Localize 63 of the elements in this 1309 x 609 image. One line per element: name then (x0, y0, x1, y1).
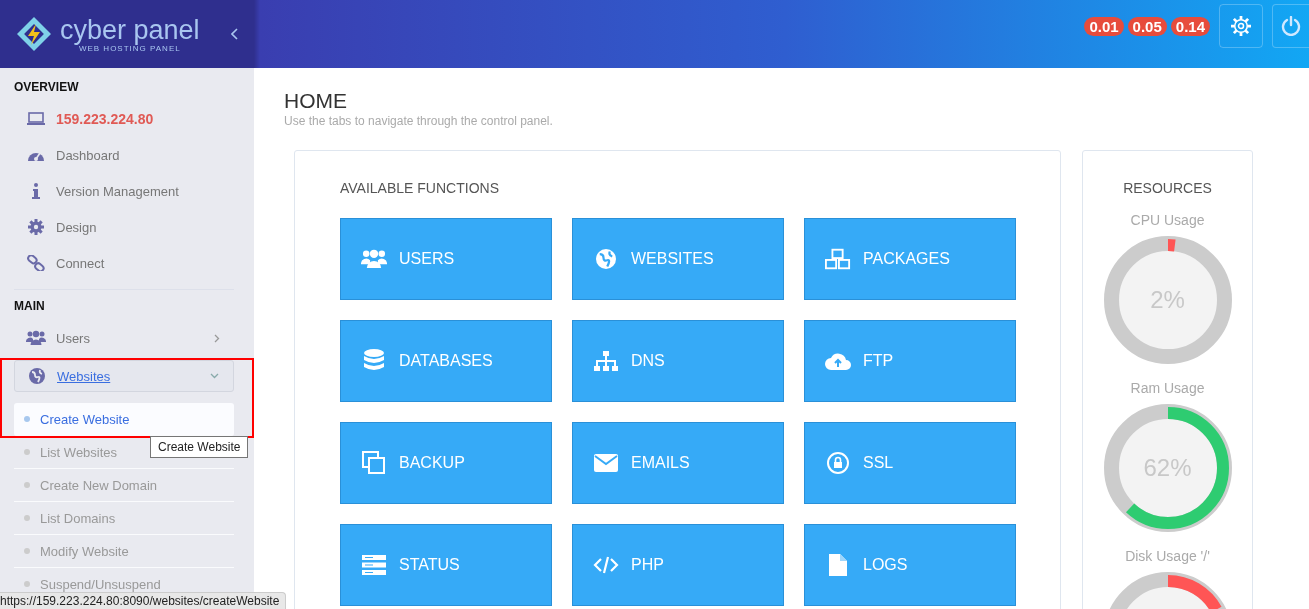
section-heading: OVERVIEW (14, 79, 80, 96)
function-tile[interactable]: SSL (804, 422, 1016, 504)
card-heading: AVAILABLE FUNCTIONS (340, 180, 500, 196)
envelope-icon (594, 454, 618, 472)
load-average-badge: 0.05 (1127, 16, 1167, 36)
cubes-icon (825, 248, 851, 270)
page-title: HOME (284, 90, 348, 112)
globe-icon (596, 249, 616, 269)
function-tile[interactable]: FTP (804, 320, 1016, 402)
sidebar-item[interactable]: Connect (56, 255, 105, 271)
sidebar-item[interactable]: Dashboard (56, 147, 120, 163)
load-average-badge: 0.01 (1084, 16, 1124, 36)
power-icon (1281, 16, 1301, 36)
sitemap-icon (594, 351, 618, 371)
function-tile[interactable]: STATUS (340, 524, 552, 606)
lock-icon (827, 452, 849, 474)
chevron-left-icon[interactable] (231, 28, 238, 40)
chevron-down-icon (210, 373, 219, 379)
function-tile[interactable]: WEBSITES (572, 218, 784, 300)
laptop-icon (27, 112, 45, 126)
users-icon (26, 330, 46, 346)
info-icon (32, 183, 40, 199)
function-tile[interactable]: DATABASES (340, 320, 552, 402)
sidebar-item[interactable]: Version Management (56, 183, 179, 199)
gauge-label: CPU Usage (1130, 212, 1205, 228)
tooltip: Create Website (150, 436, 249, 458)
sidebar-item[interactable]: Users (56, 330, 90, 346)
brand-name: cyber panel (60, 15, 200, 44)
settings-icon (1231, 16, 1251, 36)
gauge-label: Ram Usage (1130, 380, 1205, 396)
users-icon (361, 248, 387, 270)
cloud-upload-icon (825, 352, 851, 370)
gauge-label: Disk Usage '/' (1125, 548, 1210, 564)
server-icon (362, 555, 386, 575)
code-icon (593, 556, 619, 574)
server-ip: 159.223.224.80 (56, 111, 154, 127)
submenu-item[interactable]: Create New Domain (14, 469, 234, 502)
section-heading: MAIN (14, 298, 46, 315)
chevron-right-icon (214, 333, 220, 343)
settings-button[interactable] (1219, 4, 1263, 48)
globe-icon (29, 368, 45, 384)
expanded-menu-item[interactable]: Websites (14, 360, 234, 392)
function-tile[interactable]: LOGS (804, 524, 1016, 606)
database-icon (364, 349, 384, 373)
gear-icon (28, 219, 44, 235)
function-tile[interactable]: PACKAGES (804, 218, 1016, 300)
link-icon (27, 255, 45, 271)
sidebar-item[interactable]: Design (56, 219, 97, 235)
card-heading: RESOURCES (1123, 180, 1212, 196)
function-tile[interactable]: EMAILS (572, 422, 784, 504)
submenu-item[interactable]: Create Website (14, 403, 234, 436)
status-url-tooltip: https://159.223.224.80:8090/websites/createWebsite (0, 592, 287, 609)
power-button[interactable] (1272, 4, 1309, 48)
submenu-item[interactable]: Modify Website (14, 535, 234, 568)
function-tile[interactable]: PHP (572, 524, 784, 606)
function-tile[interactable]: DNS (572, 320, 784, 402)
function-tile[interactable]: USERS (340, 218, 552, 300)
file-icon (829, 554, 847, 576)
copy-icon (362, 451, 386, 475)
page-subtitle: Use the tabs to navigate through the control panel. (284, 114, 554, 128)
submenu-item[interactable]: List Domains (14, 502, 234, 535)
load-average-badge: 0.14 (1170, 16, 1210, 36)
function-tile[interactable]: BACKUP (340, 422, 552, 504)
